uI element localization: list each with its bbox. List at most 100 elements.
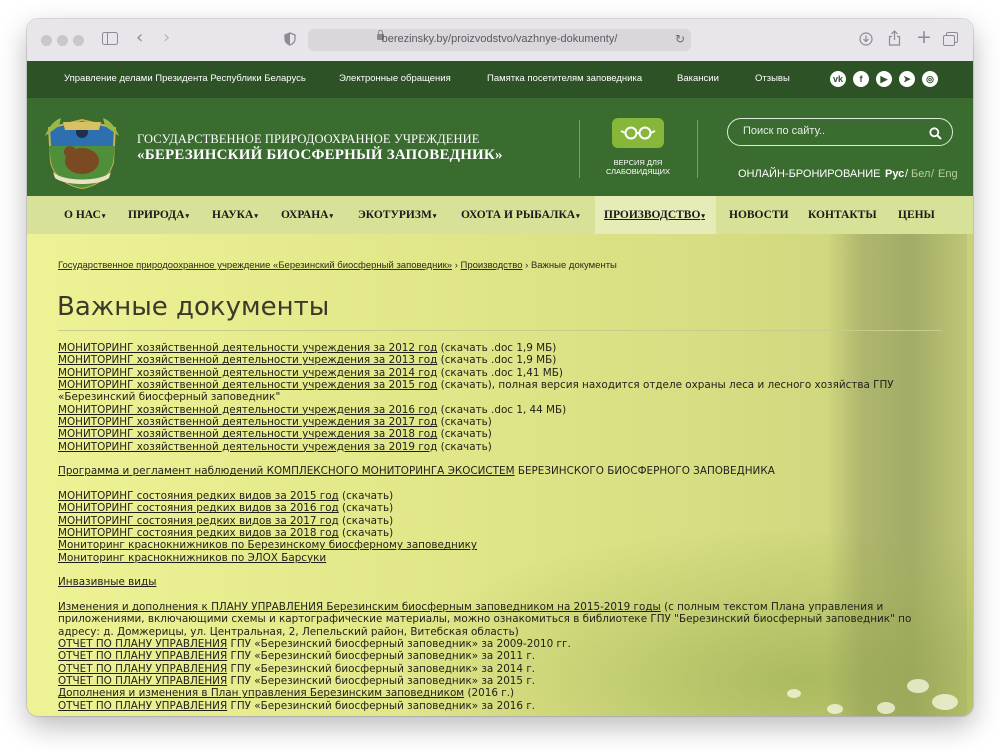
document-link[interactable]: Мониторинг краснокнижников по ЭЛОХ Барсу… — [58, 552, 326, 564]
document-item: ОТЧЕТ ПО ПЛАНУ УПРАВЛЕНИЯ ГПУ «Березинск… — [58, 638, 938, 650]
menu-item-contacts[interactable]: КОНТАКТЫ — [808, 209, 877, 221]
document-link[interactable]: ОТЧЕТ ПО ПЛАНУ УПРАВЛЕНИЯ — [58, 663, 227, 675]
document-link[interactable]: МОНИТОРИНГ состояния редких видов за 201… — [58, 527, 339, 539]
menu-item-nature[interactable]: ПРИРОДА▾ — [128, 209, 189, 221]
low-vision-label-line2: СЛАБОВИДЯЩИХ — [605, 167, 671, 176]
breadcrumb: Государственное природоохранное учрежден… — [58, 260, 617, 271]
menu-item-protection[interactable]: ОХРАНА▾ — [281, 209, 333, 221]
reserve-logo[interactable] — [43, 106, 121, 190]
menu-label: ПРОИЗВОДСТВО — [604, 209, 701, 221]
vk-icon[interactable]: vk — [830, 71, 846, 87]
breadcrumb-home[interactable]: Государственное природоохранное учрежден… — [58, 260, 452, 271]
document-item: ОТЧЕТ ПО ПЛАНУ УПРАВЛЕНИЯ ГПУ «Березинск… — [58, 663, 938, 675]
document-note: БЕРЕЗИНСКОГО БИОСФЕРНОГО ЗАПОВЕДНИКА — [514, 465, 775, 478]
document-note: ГПУ «Березинский биосферный заповедник» … — [227, 699, 536, 712]
chevron-down-icon: ▾ — [329, 212, 333, 220]
document-link[interactable]: МОНИТОРИНГ хозяйственной деятельности уч… — [58, 441, 437, 453]
document-note: ГПУ «Березинский биосферный заповедник» … — [227, 675, 536, 688]
document-item: МОНИТОРИНГ хозяйственной деятельности уч… — [58, 342, 938, 354]
document-link[interactable]: МОНИТОРИНГ хозяйственной деятельности уч… — [58, 367, 437, 379]
menu-label: О НАС — [64, 209, 101, 221]
document-item: МОНИТОРИНГ хозяйственной деятельности уч… — [58, 428, 938, 440]
telegram-icon[interactable]: ➤ — [899, 71, 915, 87]
zoom-window-button[interactable] — [73, 35, 84, 46]
reload-icon[interactable]: ↻ — [675, 32, 685, 46]
browser-toolbar: ‹ › berezinsky.by/proizvodstvo/vazhnye-d… — [27, 19, 973, 62]
back-icon[interactable]: ‹ — [136, 29, 143, 47]
address-bar[interactable]: berezinsky.by/proizvodstvo/vazhnye-dokum… — [308, 29, 691, 51]
document-note: (скачать .doc 1, 44 МБ) — [437, 403, 567, 416]
chevron-down-icon: ▾ — [185, 212, 189, 220]
document-link[interactable]: Дополнения и изменения в План управления… — [58, 687, 464, 699]
facebook-icon[interactable]: f — [853, 71, 869, 87]
instagram-icon[interactable]: ◎ — [922, 71, 938, 87]
browser-window: ‹ › berezinsky.by/proizvodstvo/vazhnye-d… — [27, 19, 973, 716]
website: Управление делами Президента Республики … — [27, 61, 973, 716]
document-note: (скачать .doc 1,41 МБ) — [437, 366, 563, 379]
document-link[interactable]: ОТЧЕТ ПО ПЛАНУ УПРАВЛЕНИЯ — [58, 675, 227, 687]
document-link[interactable]: МОНИТОРИНГ хозяйственной деятельности уч… — [58, 428, 437, 440]
menu-item-about[interactable]: О НАС▾ — [64, 209, 105, 221]
menu-item-hunting-fishing[interactable]: ОХОТА И РЫБАЛКА▾ — [461, 209, 580, 221]
menu-item-production[interactable]: ПРОИЗВОДСТВО▾ — [604, 209, 705, 221]
menu-item-news[interactable]: НОВОСТИ — [729, 209, 789, 221]
menu-item-science[interactable]: НАУКА▾ — [212, 209, 258, 221]
forward-icon[interactable]: › — [163, 29, 170, 47]
document-note: (скачать) — [338, 502, 394, 515]
document-note: (скачать) — [437, 416, 492, 429]
low-vision-button[interactable] — [612, 118, 664, 148]
document-item: МОНИТОРИНГ состояния редких видов за 201… — [58, 490, 938, 502]
document-item: ОТЧЕТ ПО ПЛАНУ УПРАВЛЕНИЯ ГПУ «Березинск… — [58, 650, 938, 662]
document-item: МОНИТОРИНГ хозяйственной деятельности уч… — [58, 379, 938, 404]
document-link[interactable]: ОТЧЕТ ПО ПЛАНУ УПРАВЛЕНИЯ — [58, 700, 227, 712]
breadcrumb-section[interactable]: Производство — [461, 260, 523, 271]
topbar-link-reviews[interactable]: Отзывы — [755, 73, 790, 84]
sidebar-toggle-icon[interactable] — [102, 32, 118, 48]
low-vision-label[interactable]: ВЕРСИЯ ДЛЯ СЛАБОВИДЯЩИХ — [589, 158, 687, 176]
lang-en[interactable]: Eng — [938, 168, 958, 180]
document-link[interactable]: ОТЧЕТ ПО ПЛАНУ УПРАВЛЕНИЯ — [58, 638, 227, 650]
youtube-icon[interactable]: ▶ — [876, 71, 892, 87]
new-tab-icon[interactable]: + — [916, 28, 932, 47]
topbar-link-memo[interactable]: Памятка посетителям заповедника — [487, 73, 642, 84]
document-link[interactable]: МОНИТОРИНГ хозяйственной деятельности уч… — [58, 354, 437, 366]
org-name-line1: ГОСУДАРСТВЕННОЕ ПРИРОДООХРАННОЕ УЧРЕЖДЕН… — [137, 132, 480, 146]
document-link[interactable]: МОНИТОРИНГ состояния редких видов за 201… — [58, 490, 339, 502]
document-link[interactable]: Мониторинг краснокнижников по Березинско… — [58, 539, 477, 551]
document-link[interactable]: Программа и регламент наблюдений КОМПЛЕК… — [58, 465, 515, 477]
document-item: МОНИТОРИНГ состояния редких видов за 201… — [58, 502, 938, 514]
tab-overview-icon[interactable] — [943, 32, 958, 49]
menu-item-ecotourism[interactable]: ЭКОТУРИЗМ▾ — [358, 209, 436, 221]
document-link[interactable]: Инвазивные виды — [58, 576, 156, 588]
document-item: МОНИТОРИНГ состояния редких видов за 201… — [58, 527, 938, 539]
document-link[interactable]: МОНИТОРИНГ хозяйственной деятельности уч… — [58, 342, 437, 354]
search-input[interactable] — [743, 125, 923, 137]
menu-item-prices[interactable]: ЦЕНЫ — [898, 209, 935, 221]
privacy-shield-icon[interactable] — [284, 32, 296, 49]
document-item: Инвазивные виды — [58, 576, 938, 588]
topbar-link-president[interactable]: Управление делами Президента Республики … — [64, 73, 306, 84]
search-icon[interactable] — [929, 125, 942, 144]
document-item: ОТЧЕТ ПО ПЛАНУ УПРАВЛЕНИЯ ГПУ «Березинск… — [58, 700, 938, 712]
menu-label: ПРИРОДА — [128, 209, 185, 221]
online-booking-link[interactable]: ОНЛАЙН-БРОНИРОВАНИЕ — [738, 168, 880, 180]
share-icon[interactable] — [888, 30, 901, 49]
document-link[interactable]: МОНИТОРИНГ хозяйственной деятельности уч… — [58, 416, 437, 428]
lang-separator: / — [905, 168, 909, 180]
document-link[interactable]: Изменения и дополнения к ПЛАНУ УПРАВЛЕНИ… — [58, 601, 661, 613]
document-link[interactable]: МОНИТОРИНГ хозяйственной деятельности уч… — [58, 404, 437, 416]
document-link[interactable]: МОНИТОРИНГ состояния редких видов за 201… — [58, 502, 339, 514]
minimize-window-button[interactable] — [57, 35, 68, 46]
lang-ru[interactable]: Рус — [885, 168, 904, 180]
download-icon[interactable] — [859, 32, 873, 49]
document-link[interactable]: МОНИТОРИНГ хозяйственной деятельности уч… — [58, 379, 437, 391]
document-item: Мониторинг краснокнижников по ЭЛОХ Барсу… — [58, 552, 938, 564]
lang-by[interactable]: Бел — [911, 168, 930, 180]
close-window-button[interactable] — [41, 35, 52, 46]
topbar-link-vacancies[interactable]: Вакансии — [677, 73, 719, 84]
site-search[interactable] — [727, 118, 953, 146]
document-link[interactable]: ОТЧЕТ ПО ПЛАНУ УПРАВЛЕНИЯ — [58, 650, 227, 662]
breadcrumb-current: Важные документы — [530, 260, 617, 271]
document-link[interactable]: МОНИТОРИНГ состояния редких видов за 201… — [58, 515, 339, 527]
topbar-link-appeals[interactable]: Электронные обращения — [339, 73, 451, 84]
